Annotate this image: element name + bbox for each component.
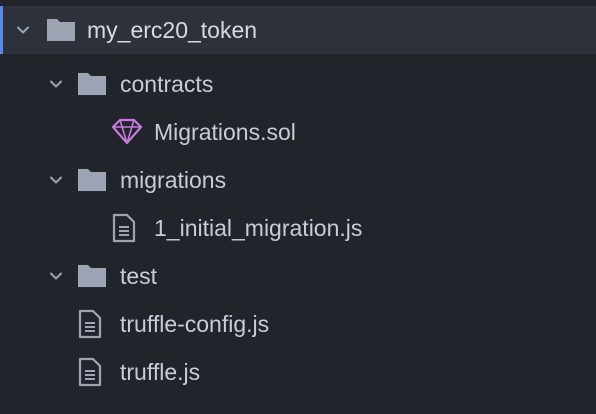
chevron-down-icon[interactable]: [48, 172, 64, 188]
file-icon: [76, 356, 108, 388]
tree-item-contracts[interactable]: contracts: [0, 60, 596, 108]
tree-item-label: test: [120, 263, 158, 289]
chevron-down-icon[interactable]: [48, 268, 64, 284]
solidity-file-icon: [110, 116, 143, 148]
file-tree: my_erc20_token contracts Migrations.sol …: [0, 0, 596, 414]
chevron-down-icon[interactable]: [48, 76, 64, 92]
folder-icon: [76, 261, 108, 293]
file-icon: [76, 308, 108, 340]
tree-item-label: migrations: [120, 167, 227, 193]
tree-item-label: truffle.js: [120, 359, 201, 385]
tree-item-test[interactable]: test: [0, 252, 596, 300]
tree-item-1-initial-migration-js[interactable]: 1_initial_migration.js: [0, 204, 596, 252]
folder-icon: [76, 69, 108, 101]
tree-item-label: 1_initial_migration.js: [154, 215, 363, 241]
tree-item-label: truffle-config.js: [120, 311, 270, 337]
tree-item-truffle-js[interactable]: truffle.js: [0, 348, 596, 396]
tree-item-migrations[interactable]: migrations: [0, 156, 596, 204]
file-icon: [110, 212, 142, 244]
folder-icon: [45, 15, 77, 47]
folder-icon: [76, 165, 108, 197]
tree-item-migrations-sol[interactable]: Migrations.sol: [0, 108, 596, 156]
tree-item-truffle-config-js[interactable]: truffle-config.js: [0, 300, 596, 348]
tree-root-label: my_erc20_token: [87, 17, 258, 43]
tree-root-my-erc20-token[interactable]: my_erc20_token: [0, 6, 596, 54]
chevron-down-icon[interactable]: [15, 22, 31, 38]
tree-item-label: contracts: [120, 71, 214, 97]
tree-item-label: Migrations.sol: [154, 119, 296, 145]
